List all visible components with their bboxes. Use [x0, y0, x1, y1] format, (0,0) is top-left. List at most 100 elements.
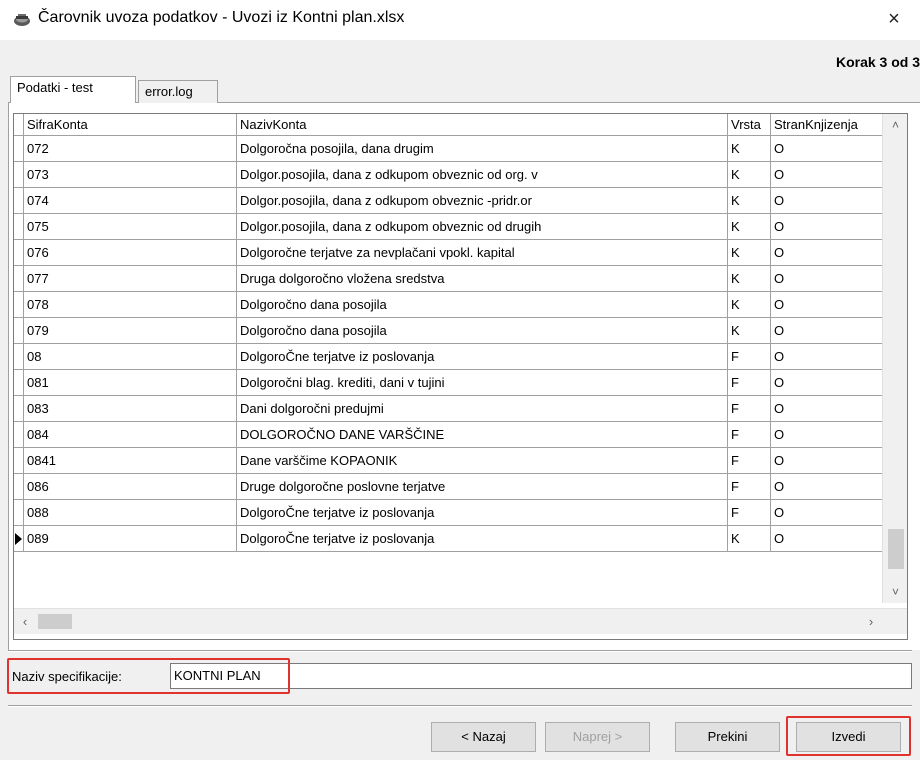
cell-sifrakonta[interactable]: 0841 [24, 448, 237, 474]
row-indicator[interactable] [14, 292, 24, 318]
cell-sifrakonta[interactable]: 089 [24, 526, 237, 552]
cell-vrsta[interactable]: F [728, 474, 771, 500]
column-header-stranknjizenja[interactable]: StranKnjizenja [771, 114, 894, 136]
cell-sifrakonta[interactable]: 073 [24, 162, 237, 188]
cell-nazivkonta[interactable]: Druge dolgoročne poslovne terjatve [237, 474, 728, 500]
cell-stranknjizenja[interactable]: O [771, 240, 894, 266]
cell-sifrakonta[interactable]: 075 [24, 214, 237, 240]
table-row[interactable]: 083 Dani dolgoročni predujmi F O [14, 396, 894, 422]
cell-sifrakonta[interactable]: 077 [24, 266, 237, 292]
cell-vrsta[interactable]: F [728, 344, 771, 370]
table-row[interactable]: 073 Dolgor.posojila, dana z odkupom obvez… [14, 162, 894, 188]
cell-vrsta[interactable]: K [728, 188, 771, 214]
cell-stranknjizenja[interactable]: O [771, 214, 894, 240]
table-row[interactable]: 077 Druga dolgoročno vložena sredstva K O [14, 266, 894, 292]
back-button[interactable]: < Nazaj [431, 722, 536, 752]
scroll-down-icon[interactable]: ˅ [883, 581, 907, 603]
table-row[interactable]: 081 Dolgoročni blag. krediti, dani v tuji… [14, 370, 894, 396]
horizontal-scrollbar[interactable]: ‹ › [14, 608, 907, 634]
cell-nazivkonta[interactable]: DOLGOROČNO DANE VARŠČINE [237, 422, 728, 448]
table-row[interactable]: 074 Dolgor.posojila, dana z odkupom obvez… [14, 188, 894, 214]
cell-vrsta[interactable]: F [728, 396, 771, 422]
cell-stranknjizenja[interactable]: O [771, 344, 894, 370]
cell-stranknjizenja[interactable]: O [771, 474, 894, 500]
cell-vrsta[interactable]: K [728, 526, 771, 552]
column-header-sifrakonta[interactable]: SifraKonta [24, 114, 237, 136]
cell-vrsta[interactable]: K [728, 214, 771, 240]
table-row[interactable]: 072 Dolgoročna posojila, dana drugim K O [14, 136, 894, 162]
cell-stranknjizenja[interactable]: O [771, 188, 894, 214]
row-indicator[interactable] [14, 318, 24, 344]
cell-vrsta[interactable]: K [728, 240, 771, 266]
row-indicator[interactable] [14, 526, 24, 552]
table-row[interactable]: 084 DOLGOROČNO DANE VARŠČINE F O [14, 422, 894, 448]
cell-stranknjizenja[interactable]: O [771, 396, 894, 422]
cell-nazivkonta[interactable]: Dolgoročna posojila, dana drugim [237, 136, 728, 162]
table-row[interactable]: 078 Dolgoročno dana posojila K O [14, 292, 894, 318]
cell-stranknjizenja[interactable]: O [771, 292, 894, 318]
cell-nazivkonta[interactable]: Dane varščime KOPAONIK [237, 448, 728, 474]
row-indicator[interactable] [14, 474, 24, 500]
cell-vrsta[interactable]: K [728, 136, 771, 162]
cell-nazivkonta[interactable]: DolgoroČne terjatve iz poslovanja [237, 344, 728, 370]
row-indicator[interactable] [14, 240, 24, 266]
cell-vrsta[interactable]: F [728, 370, 771, 396]
cell-nazivkonta[interactable]: Dolgoročno dana posojila [237, 292, 728, 318]
cell-stranknjizenja[interactable]: O [771, 500, 894, 526]
row-indicator[interactable] [14, 188, 24, 214]
table-row[interactable]: 079 Dolgoročno dana posojila K O [14, 318, 894, 344]
table-row[interactable]: 08 DolgoroČne terjatve iz poslovanja F O [14, 344, 894, 370]
cell-sifrakonta[interactable]: 078 [24, 292, 237, 318]
cell-nazivkonta[interactable]: DolgoroČne terjatve iz poslovanja [237, 500, 728, 526]
table-row[interactable]: 089 DolgoroČne terjatve iz poslovanja K O [14, 526, 894, 552]
row-indicator[interactable] [14, 266, 24, 292]
cell-nazivkonta[interactable]: Dolgoročno dana posojila [237, 318, 728, 344]
cell-vrsta[interactable]: K [728, 292, 771, 318]
cell-vrsta[interactable]: F [728, 500, 771, 526]
data-grid[interactable]: SifraKonta NazivKonta Vrsta StranKnjizen… [13, 113, 908, 640]
cell-vrsta[interactable]: K [728, 318, 771, 344]
row-indicator[interactable] [14, 344, 24, 370]
cell-vrsta[interactable]: F [728, 422, 771, 448]
close-button[interactable]: × [879, 6, 909, 32]
table-row[interactable]: 088 DolgoroČne terjatve iz poslovanja F O [14, 500, 894, 526]
horizontal-scroll-thumb[interactable] [38, 614, 72, 629]
column-header-vrsta[interactable]: Vrsta [728, 114, 771, 136]
cell-sifrakonta[interactable]: 08 [24, 344, 237, 370]
cell-stranknjizenja[interactable]: O [771, 526, 894, 552]
cell-sifrakonta[interactable]: 086 [24, 474, 237, 500]
cell-nazivkonta[interactable]: Dolgor.posojila, dana z odkupom obveznic… [237, 188, 728, 214]
next-button[interactable]: Naprej > [545, 722, 650, 752]
cell-sifrakonta[interactable]: 081 [24, 370, 237, 396]
cell-nazivkonta[interactable]: Dolgor.posojila, dana z odkupom obveznic… [237, 162, 728, 188]
cell-stranknjizenja[interactable]: O [771, 318, 894, 344]
row-indicator[interactable] [14, 396, 24, 422]
row-indicator[interactable] [14, 136, 24, 162]
cell-nazivkonta[interactable]: Dolgoročne terjatve za nevplačani vpokl.… [237, 240, 728, 266]
row-indicator[interactable] [14, 448, 24, 474]
cell-stranknjizenja[interactable]: O [771, 422, 894, 448]
scroll-right-icon[interactable]: › [860, 609, 882, 634]
scroll-up-icon[interactable]: ˄ [883, 114, 907, 136]
cell-sifrakonta[interactable]: 076 [24, 240, 237, 266]
cell-vrsta[interactable]: F [728, 448, 771, 474]
cell-nazivkonta[interactable]: DolgoroČne terjatve iz poslovanja [237, 526, 728, 552]
cell-nazivkonta[interactable]: Dolgoročni blag. krediti, dani v tujini [237, 370, 728, 396]
vertical-scroll-thumb[interactable] [888, 529, 904, 569]
cell-nazivkonta[interactable]: Druga dolgoročno vložena sredstva [237, 266, 728, 292]
cell-nazivkonta[interactable]: Dolgor.posojila, dana z odkupom obveznic… [237, 214, 728, 240]
cell-sifrakonta[interactable]: 079 [24, 318, 237, 344]
table-row[interactable]: 075 Dolgor.posojila, dana z odkupom obvez… [14, 214, 894, 240]
table-row[interactable]: 0841 Dane varščime KOPAONIK F O [14, 448, 894, 474]
scroll-left-icon[interactable]: ‹ [14, 609, 36, 634]
cell-sifrakonta[interactable]: 084 [24, 422, 237, 448]
cell-stranknjizenja[interactable]: O [771, 136, 894, 162]
cell-stranknjizenja[interactable]: O [771, 448, 894, 474]
row-indicator[interactable] [14, 422, 24, 448]
cell-sifrakonta[interactable]: 083 [24, 396, 237, 422]
cell-sifrakonta[interactable]: 088 [24, 500, 237, 526]
cell-sifrakonta[interactable]: 074 [24, 188, 237, 214]
cell-sifrakonta[interactable]: 072 [24, 136, 237, 162]
tab-error-log[interactable]: error.log [138, 80, 218, 103]
cell-nazivkonta[interactable]: Dani dolgoročni predujmi [237, 396, 728, 422]
